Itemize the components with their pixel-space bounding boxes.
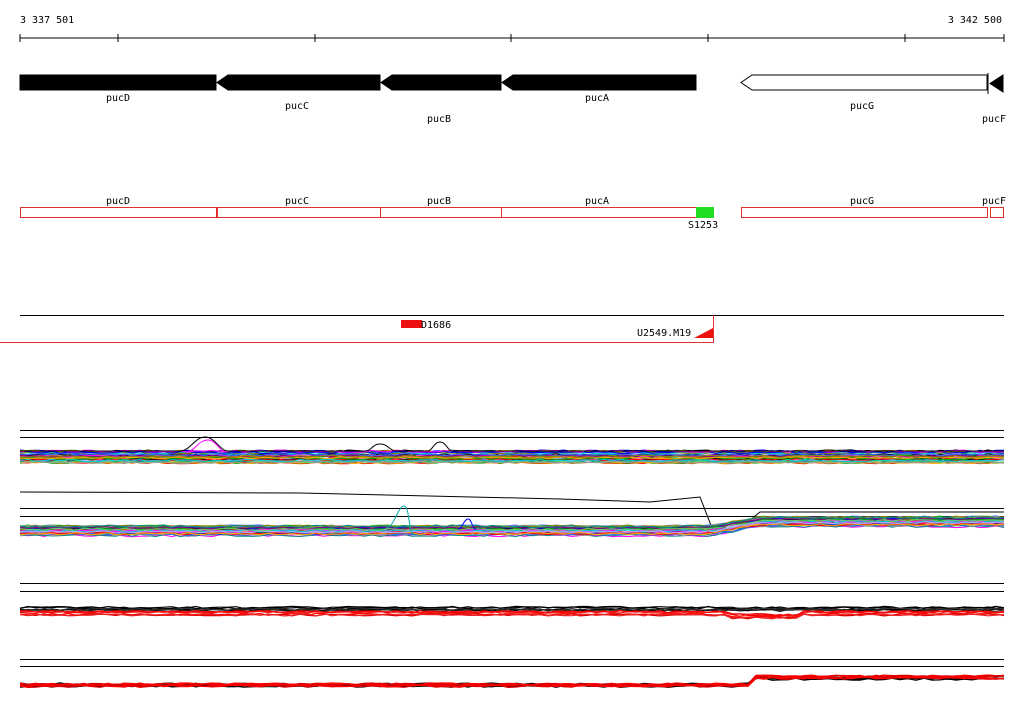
gene-label-pucF: pucF: [982, 114, 1006, 125]
segment-track: D1686 U2549.M19: [0, 315, 1004, 343]
series-line-top: [20, 436, 1004, 452]
gene-label-pucB: pucB: [427, 114, 451, 125]
expression-track-3: [19, 583, 1005, 620]
annotation-track: pucD pucC pucB pucA pucG pucF S1253: [20, 196, 1006, 231]
annotation-box-pucG[interactable]: [741, 207, 988, 218]
start-coordinate: 3 337 501: [20, 15, 74, 26]
gene-label-pucG: pucG: [850, 101, 874, 112]
annotation-label-pucB: pucB: [427, 196, 451, 207]
annotation-box-pucD[interactable]: [20, 207, 217, 218]
genome-browser-view: 3 337 501 3 342 500 pucD pucC pucB pucA …: [0, 15, 1006, 689]
annotation-label-pucA: pucA: [585, 196, 609, 207]
gene-arrow-pucF[interactable]: [989, 74, 1004, 93]
segment-end-label: U2549.M19: [637, 328, 691, 339]
coordinate-ruler: 3 337 501 3 342 500: [19, 15, 1005, 42]
gene-arrow-pucG[interactable]: [740, 74, 988, 91]
annotation-label-pucC: pucC: [285, 196, 309, 207]
green-marker-label: S1253: [688, 220, 718, 231]
gene-label-pucD: pucD: [106, 93, 130, 104]
expression-track-4: [19, 659, 1005, 689]
gene-label-pucC: pucC: [285, 101, 309, 112]
annotation-label-pucG: pucG: [850, 196, 874, 207]
end-coordinate: 3 342 500: [948, 15, 1002, 26]
gene-arrow-pucA[interactable]: [501, 74, 697, 91]
green-marker-box[interactable]: [696, 207, 714, 218]
expression-tracks: [19, 430, 1005, 689]
annotation-box-pucB[interactable]: [380, 207, 502, 218]
gene-label-pucA: pucA: [585, 93, 609, 104]
segment-end-marker: [694, 328, 713, 338]
gene-track: pucD pucC pucB pucA pucG pucF: [19, 73, 1006, 125]
annotation-box-pucC[interactable]: [217, 207, 381, 218]
red-marker-label: D1686: [421, 320, 451, 331]
annotation-box-pucA[interactable]: [501, 207, 697, 218]
gene-arrow-pucD[interactable]: [19, 74, 217, 91]
red-marker-box[interactable]: [401, 320, 422, 328]
gene-arrow-pucC[interactable]: [216, 74, 381, 91]
annotation-label-pucF: pucF: [982, 196, 1006, 207]
annotation-label-pucD: pucD: [106, 196, 130, 207]
expression-track-1: [19, 430, 1005, 465]
expression-track-2: [19, 491, 1005, 538]
series-line: [19, 613, 1005, 620]
gene-arrow-pucB[interactable]: [380, 74, 502, 91]
annotation-box-pucF[interactable]: [990, 207, 1004, 218]
